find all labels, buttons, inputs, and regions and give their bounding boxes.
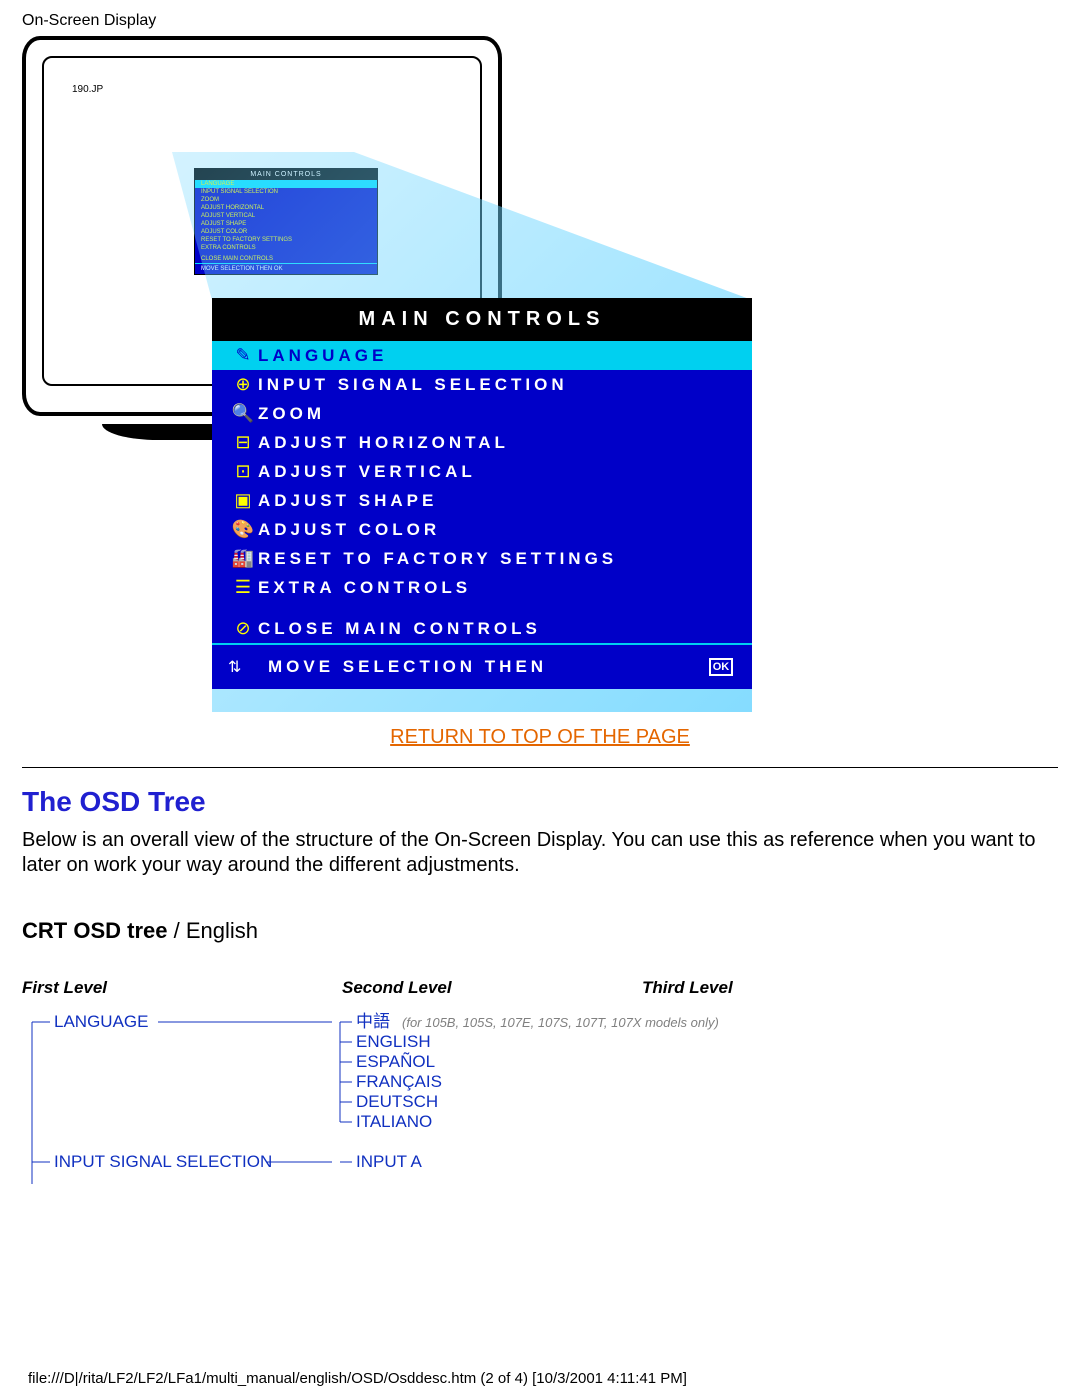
mini-row: INPUT SIGNAL SELECTION	[195, 188, 377, 196]
input-icon: ⊕	[228, 374, 258, 395]
osd-footer-text: MOVE SELECTION THEN	[268, 657, 706, 677]
osd-footer: ⇅ MOVE SELECTION THEN OK	[212, 643, 752, 689]
tree-l2-lang-5: ITALIANO	[356, 1112, 432, 1131]
osd-item-extra[interactable]: ☰ EXTRA CONTROLS	[212, 573, 752, 602]
mini-row: ZOOM	[195, 196, 377, 204]
horiz-icon: ⊟	[228, 432, 258, 453]
tree-title-lang: English	[186, 918, 258, 943]
mini-row: EXTRA CONTROLS	[195, 244, 377, 252]
crt-model-label: 190.JP	[72, 84, 103, 95]
osd-item-label: ADJUST HORIZONTAL	[258, 433, 509, 453]
osd-item-color[interactable]: 🎨 ADJUST COLOR	[212, 515, 752, 544]
tree-l2-lang-0: 中語	[356, 1012, 390, 1031]
tree-title: CRT OSD tree / English	[22, 918, 1058, 944]
osd-close[interactable]: ⊘ CLOSE MAIN CONTROLS	[212, 614, 752, 643]
tree-title-bold: CRT OSD tree	[22, 918, 174, 943]
close-icon: ⊘	[228, 618, 258, 639]
tree-l2-lang-4: DEUTSCH	[356, 1092, 438, 1111]
osd-close-label: CLOSE MAIN CONTROLS	[258, 619, 541, 639]
updown-icon: ⇅	[228, 657, 268, 677]
level-2-header: Second Level	[342, 978, 642, 998]
tree-l1-language: LANGUAGE	[54, 1012, 148, 1031]
mini-row: ADJUST COLOR	[195, 228, 377, 236]
zoom-icon: 🔍	[228, 403, 258, 424]
level-3-header: Third Level	[642, 978, 733, 998]
color-icon: 🎨	[228, 519, 258, 540]
osd-tree: CRT OSD tree / English First Level Secon…	[22, 918, 1058, 1189]
mini-row: ADJUST VERTICAL	[195, 212, 377, 220]
monitor-illustration: 190.JP MAIN CONTROLS LANGUAGE INPUT SIGN…	[22, 36, 1058, 716]
level-headers: First Level Second Level Third Level	[22, 978, 1058, 998]
mini-row: RESET TO FACTORY SETTINGS	[195, 236, 377, 244]
lang-icon: ✎	[228, 345, 258, 366]
tree-l2-lang-note: (for 105B, 105S, 107E, 107S, 107T, 107X …	[402, 1015, 719, 1030]
osd-item-reset[interactable]: 🏭 RESET TO FACTORY SETTINGS	[212, 544, 752, 573]
mini-row: ADJUST SHAPE	[195, 220, 377, 228]
osd-item-label: ADJUST VERTICAL	[258, 462, 476, 482]
osd-item-vert[interactable]: ⊡ ADJUST VERTICAL	[212, 457, 752, 486]
tree-l1-input: INPUT SIGNAL SELECTION	[54, 1152, 272, 1171]
section-heading: The OSD Tree	[22, 786, 1058, 818]
osd-item-horiz[interactable]: ⊟ ADJUST HORIZONTAL	[212, 428, 752, 457]
osd-title: MAIN CONTROLS	[212, 298, 752, 341]
osd-item-label: EXTRA CONTROLS	[258, 578, 471, 598]
level-1-header: First Level	[22, 978, 342, 998]
reset-icon: 🏭	[228, 548, 258, 569]
osd-item-input[interactable]: ⊕ INPUT SIGNAL SELECTION	[212, 370, 752, 399]
mini-row: ADJUST HORIZONTAL	[195, 204, 377, 212]
osd-item-label: RESET TO FACTORY SETTINGS	[258, 549, 617, 569]
section-paragraph: Below is an overall view of the structur…	[22, 828, 1058, 878]
mini-row: LANGUAGE	[195, 180, 377, 188]
mini-osd-title: MAIN CONTROLS	[195, 169, 377, 180]
mini-osd: MAIN CONTROLS LANGUAGE INPUT SIGNAL SELE…	[194, 168, 378, 275]
vert-icon: ⊡	[228, 461, 258, 482]
shape-icon: ▣	[228, 490, 258, 511]
osd-item-label: INPUT SIGNAL SELECTION	[258, 375, 568, 395]
osd-item-language[interactable]: ✎ LANGUAGE	[212, 341, 752, 370]
osd-panel: MAIN CONTROLS ✎ LANGUAGE ⊕ INPUT SIGNAL …	[212, 298, 752, 689]
divider	[22, 767, 1058, 768]
mini-close: CLOSE MAIN CONTROLS	[195, 255, 377, 263]
tree-l2-lang-3: FRANÇAIS	[356, 1072, 442, 1091]
footer-path: file:///D|/rita/LF2/LF2/LFa1/multi_manua…	[28, 1370, 687, 1387]
page-header: On-Screen Display	[22, 12, 156, 30]
tree-l2-lang-1: ENGLISH	[356, 1032, 431, 1051]
tree-l2-lang-2: ESPAÑOL	[356, 1052, 435, 1071]
ok-icon: OK	[706, 658, 736, 676]
tree-diagram: LANGUAGE INPUT SIGNAL SELECTION 中語 (for …	[22, 1004, 1022, 1184]
tree-title-sep: /	[174, 918, 186, 943]
osd-item-label: LANGUAGE	[258, 346, 387, 366]
osd-item-zoom[interactable]: 🔍 ZOOM	[212, 399, 752, 428]
mini-foot: MOVE SELECTION THEN OK	[195, 263, 377, 274]
osd-item-label: ADJUST COLOR	[258, 520, 440, 540]
osd-item-label: ADJUST SHAPE	[258, 491, 437, 511]
extra-icon: ☰	[228, 577, 258, 598]
return-to-top-link[interactable]: RETURN TO TOP OF THE PAGE	[22, 726, 1058, 749]
osd-item-shape[interactable]: ▣ ADJUST SHAPE	[212, 486, 752, 515]
tree-l2-input-0: INPUT A	[356, 1152, 422, 1171]
osd-item-label: ZOOM	[258, 404, 325, 424]
